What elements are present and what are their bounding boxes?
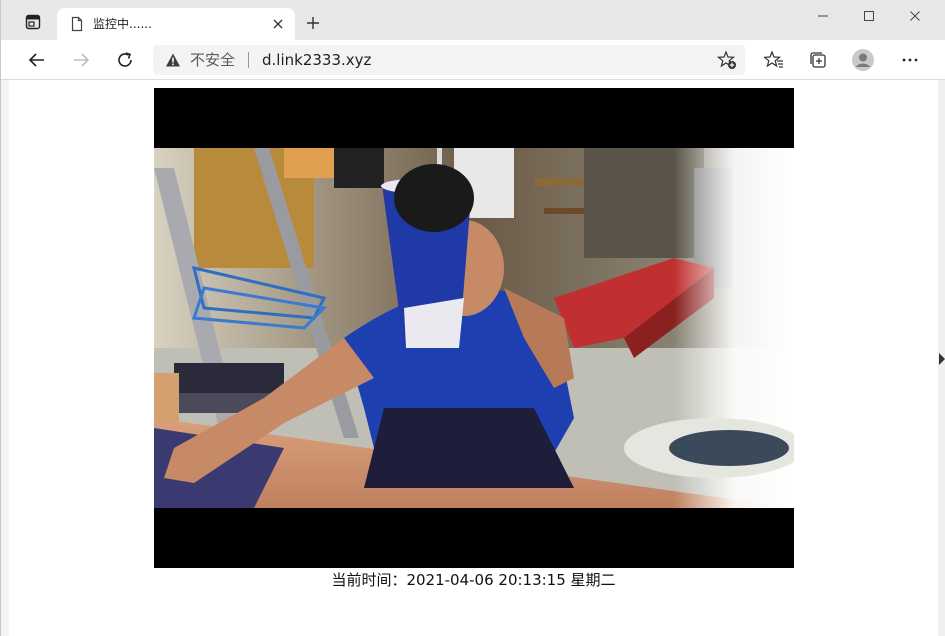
more-menu-button[interactable]	[896, 46, 924, 74]
window-close-button[interactable]	[892, 0, 938, 32]
forward-arrow-icon	[74, 53, 90, 67]
close-icon	[273, 19, 283, 29]
security-label[interactable]: 不安全	[190, 51, 235, 69]
avatar-icon	[852, 49, 874, 71]
maximize-button[interactable]	[846, 0, 892, 32]
tab-active[interactable]: 监控中......	[57, 8, 295, 40]
forward-button[interactable]	[67, 46, 95, 74]
current-time-caption: 当前时间：2021-04-06 20:13:15 星期二	[331, 571, 616, 589]
page-icon	[71, 16, 83, 32]
camera-frame	[154, 148, 794, 508]
favorites-button[interactable]	[760, 46, 788, 74]
plus-icon	[307, 17, 319, 29]
minimize-icon	[818, 15, 828, 17]
tab-close-button[interactable]	[269, 15, 287, 33]
minimize-button[interactable]	[800, 0, 846, 32]
toolbar: 不安全 d.link2333.xyz	[1, 40, 945, 80]
add-favorite-button[interactable]	[717, 50, 737, 70]
url-text[interactable]: d.link2333.xyz	[262, 51, 371, 69]
collections-icon	[810, 52, 826, 68]
maximize-icon	[864, 11, 874, 21]
new-tab-button[interactable]	[301, 11, 325, 35]
close-icon	[910, 11, 920, 21]
scroll-arrow-icon[interactable]	[938, 352, 945, 366]
left-edge	[1, 80, 9, 636]
collections-button[interactable]	[804, 46, 832, 74]
favorites-icon	[764, 50, 783, 68]
address-divider	[248, 52, 249, 68]
warning-icon	[166, 53, 180, 67]
tab-actions-button[interactable]	[15, 10, 51, 34]
video-stream	[154, 88, 794, 568]
address-bar[interactable]: 不安全 d.link2333.xyz	[153, 45, 745, 75]
browser-window: 监控中...... 不安全 d.link2333.xyz 当前时间：2021-0…	[0, 0, 945, 636]
refresh-icon	[118, 52, 132, 67]
tab-title: 监控中......	[93, 17, 152, 31]
page-content: 当前时间：2021-04-06 20:13:15 星期二	[9, 80, 938, 636]
profile-button[interactable]	[849, 46, 877, 74]
tab-bar: 监控中......	[1, 0, 945, 40]
camera-feed	[154, 148, 794, 508]
star-add-icon	[717, 50, 736, 69]
refresh-button[interactable]	[111, 46, 139, 74]
tab-actions-icon	[25, 14, 41, 30]
back-button[interactable]	[23, 46, 51, 74]
more-icon	[902, 58, 918, 62]
back-arrow-icon	[28, 53, 44, 67]
